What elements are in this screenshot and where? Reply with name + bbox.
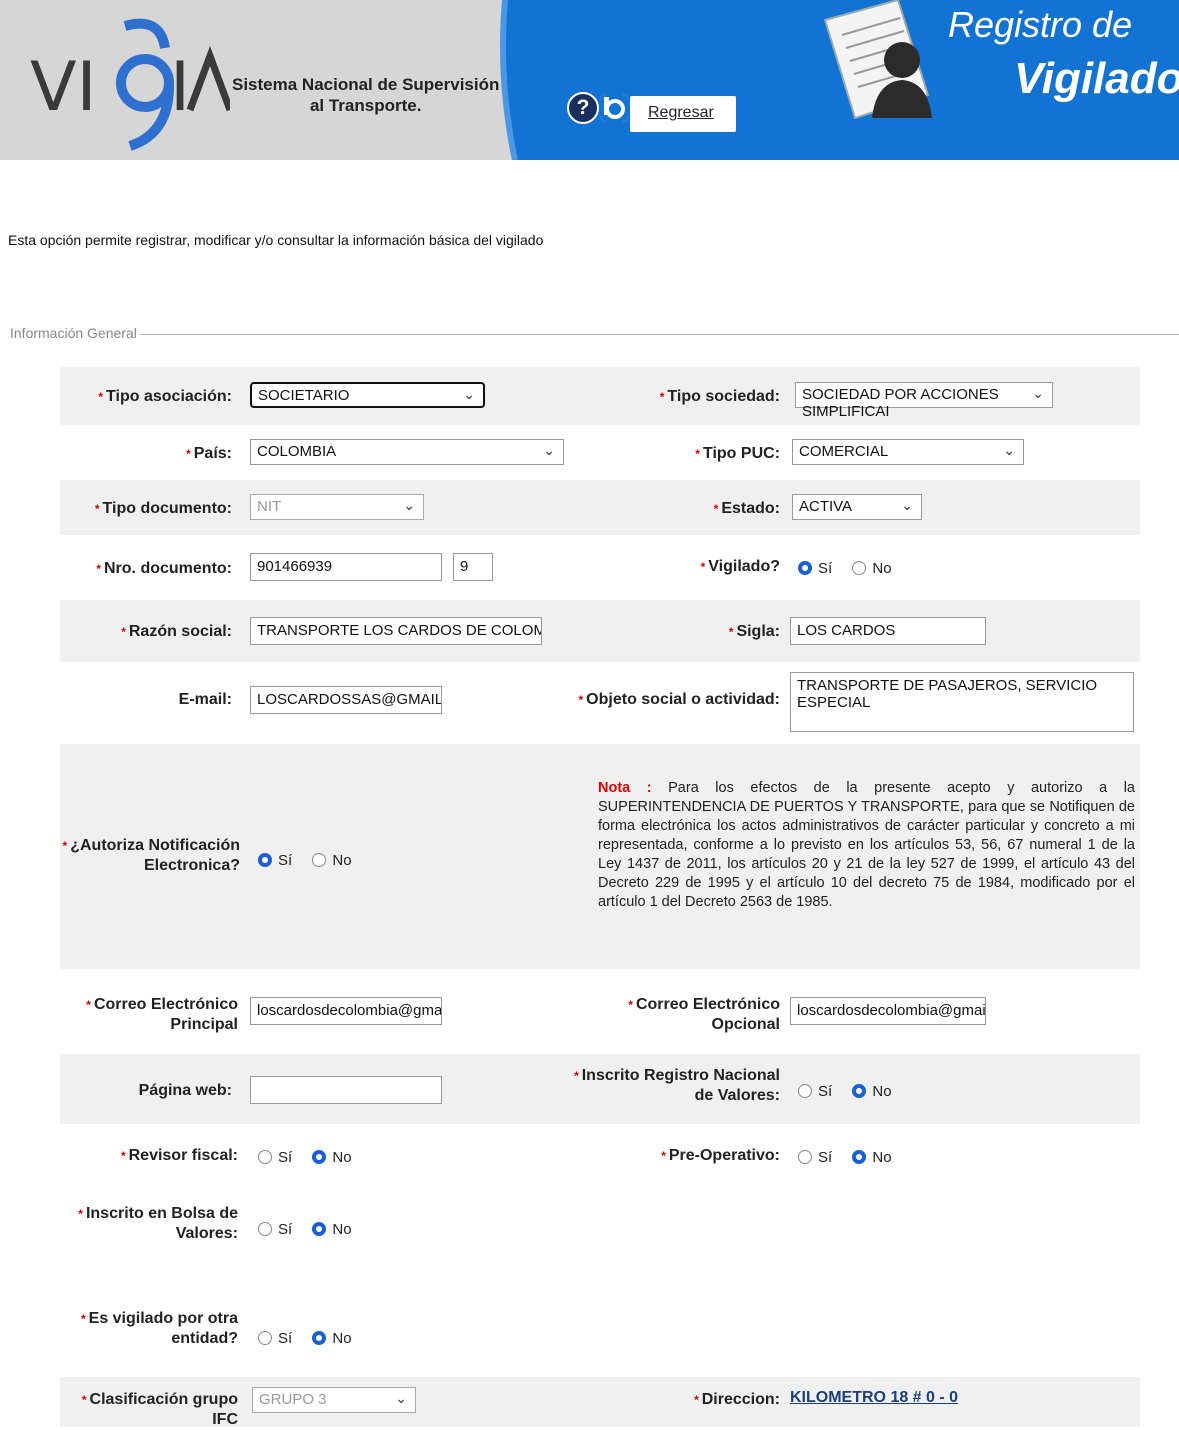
bolsa-valores-label: * Inscrito en Bolsa de Valores: [78,1205,238,1242]
form-row-3: * Tipo documento: NIT ⌄ * Estado: ACTIVA ⌄ [60,480,1140,535]
email-input[interactable]: LOSCARDOSSAS@GMAIL.COM [250,686,442,714]
form-row-11: * Inscrito en Bolsa de Valores: Sí No [60,1186,1140,1281]
intro-text: Esta opción permite registrar, modificar… [8,232,544,248]
estado-select[interactable]: ACTIVA ⌄ [792,494,922,520]
razon-social-label: * Razón social: [121,623,232,640]
correo-opcional-input[interactable]: loscardosdecolombia@gmail.c [790,997,986,1025]
chevron-down-icon: ⌄ [1003,442,1015,458]
tipo-asociacion-select[interactable]: SOCIETARIO ⌄ [250,382,485,408]
question-icon[interactable]: ? [567,92,599,124]
otra-entidad-label: * Es vigilado por otra entidad? [80,1310,238,1347]
tipo-documento-label: * Tipo documento: [94,500,232,517]
section-legend: Información General [8,325,139,341]
inscrito-rnv-label: * Inscrito Registro Nacional de Valores: [574,1067,780,1104]
system-name-line1: Sistema Nacional de Supervisión [232,75,500,94]
back-button-label[interactable]: Regresar [648,104,714,122]
estado-label: * Estado: [713,500,780,517]
clasificacion-ifc-label: * Clasificación grupo IFC [81,1391,238,1428]
chevron-down-icon: ⌄ [403,497,415,513]
note-title: Nota : [598,780,652,796]
pagina-web-input[interactable] [250,1076,442,1104]
form-row-4: * Nro. documento: 901466939 9 * Vigilado? … [60,535,1140,600]
inscrito-rnv-no-radio[interactable] [852,1084,867,1099]
form-row-5: * Razón social: TRANSPORTE LOS CARDOS DE … [60,600,1140,662]
system-name: Sistema Nacional de Supervisión al Trans… [232,74,499,116]
otra-entidad-radio-group: Sí No [258,1329,368,1347]
tipo-sociedad-label: * Tipo sociedad: [659,388,780,405]
chevron-down-icon: ⌄ [543,442,555,458]
tipo-documento-select[interactable]: NIT ⌄ [250,494,424,520]
correo-opcional-label: * Correo Electrónico Opcional [628,996,780,1033]
direccion-link[interactable]: KILOMETRO 18 # 0 - 0 [790,1389,958,1407]
autoriza-si-radio[interactable] [258,853,272,868]
objeto-social-label: * Objeto social o actividad: [578,691,781,708]
form-row-13: * Clasificación grupo IFC GRUPO 3 ⌄ * Direc… [60,1377,1140,1428]
clasificacion-ifc-select[interactable]: GRUPO 3 ⌄ [252,1387,416,1413]
pre-operativo-si-radio[interactable] [798,1150,812,1165]
autoriza-no-radio[interactable] [312,853,327,868]
form-row-2: * País: COLOMBIA ⌄ * Tipo PUC: COMERCIAL ⌄ [60,425,1140,480]
vigia-logo: VI I [30,18,230,151]
inscrito-rnv-radio-group: Sí No [798,1082,908,1100]
pre-operativo-no-radio[interactable] [852,1150,867,1165]
form-row-9: Página web: * Inscrito Registro Nacional … [60,1054,1140,1124]
form-row-1: * Tipo asociación: SOCIETARIO ⌄ * Tipo soci… [60,367,1140,425]
document-person-illustration [823,0,932,120]
page-header: VI I Sistema Nacional de Supervisión al … [0,0,1179,160]
email-label: E-mail: [178,691,232,708]
page-title-line2: Vigilados [1014,54,1179,103]
back-button[interactable]: Regresar [630,96,736,132]
pais-label: * País: [186,445,232,462]
direccion-label: * Direccion: [694,1391,780,1408]
sigla-label: * Sigla: [728,623,780,640]
page-title-line1: Registro de [948,4,1133,45]
revisor-fiscal-radio-group: Sí No [258,1148,368,1166]
pre-operativo-radio-group: Sí No [798,1148,908,1166]
revisor-fiscal-si-radio[interactable] [258,1150,272,1165]
back-icon[interactable] [600,94,628,122]
vigilado-no-radio[interactable] [852,561,867,576]
nro-documento-input[interactable]: 901466939 [250,553,442,581]
tipo-puc-select[interactable]: COMERCIAL ⌄ [792,439,1024,465]
system-name-line2: al Transporte. [309,96,422,115]
razon-social-input[interactable]: TRANSPORTE LOS CARDOS DE COLOMBIA SAS [250,617,542,645]
form-row-6: E-mail: LOSCARDOSSAS@GMAIL.COM *Objeto s… [60,662,1140,744]
form-row-10: * Revisor fiscal: Sí No * Pre-Operativo: S… [60,1124,1140,1186]
chevron-down-icon: ⌄ [901,497,913,513]
correo-principal-label: * Correo Electrónico Principal [86,996,238,1033]
bolsa-valores-radio-group: Sí No [258,1220,368,1238]
autoriza-notificacion-radio-group: Sí No [258,851,368,869]
pagina-web-label: Página web: [138,1082,232,1099]
chevron-down-icon: ⌄ [395,1390,407,1406]
tipo-puc-label: * Tipo PUC: [695,445,780,462]
vigilado-si-radio[interactable] [798,561,812,576]
legal-note: Nota : Para los efectos de la presente a… [598,779,1135,912]
form-row-8: * Correo Electrónico Principal loscardosd… [60,969,1140,1054]
chevron-down-icon: ⌄ [1032,385,1044,401]
digito-verificacion-input[interactable]: 9 [453,553,493,581]
svg-text:I: I [170,48,190,127]
otra-entidad-no-radio[interactable] [312,1331,327,1346]
nro-documento-label: * Nro. documento: [96,560,232,577]
revisor-fiscal-label: * Revisor fiscal: [120,1147,238,1164]
sigla-input[interactable]: LOS CARDOS [790,617,986,645]
vigilado-radio-group: Sí No [798,559,908,577]
section-divider [8,334,1179,335]
otra-entidad-si-radio[interactable] [258,1331,272,1346]
autoriza-notificacion-label: * ¿Autoriza Notificación Electronica? [62,837,240,874]
objeto-social-textarea[interactable]: TRANSPORTE DE PASAJEROS, SERVICIO ESPECI… [790,672,1134,732]
note-text: Para los efectos de la presente acepto y… [598,780,1135,910]
pais-select[interactable]: COLOMBIA ⌄ [250,439,564,465]
svg-text:VI: VI [30,48,97,127]
bolsa-valores-no-radio[interactable] [312,1222,327,1237]
bolsa-valores-si-radio[interactable] [258,1222,272,1237]
pre-operativo-label: * Pre-Operativo: [661,1147,780,1164]
inscrito-rnv-si-radio[interactable] [798,1084,812,1099]
revisor-fiscal-no-radio[interactable] [312,1150,327,1165]
tipo-sociedad-select[interactable]: SOCIEDAD POR ACCIONES SIMPLIFICAI ⌄ [795,382,1053,420]
vigilado-label: * Vigilado? [700,558,780,575]
tipo-asociacion-label: * Tipo asociación: [98,388,232,405]
correo-principal-input[interactable]: loscardosdecolombia@gmail.c [250,997,442,1025]
chevron-down-icon: ⌄ [463,386,475,402]
